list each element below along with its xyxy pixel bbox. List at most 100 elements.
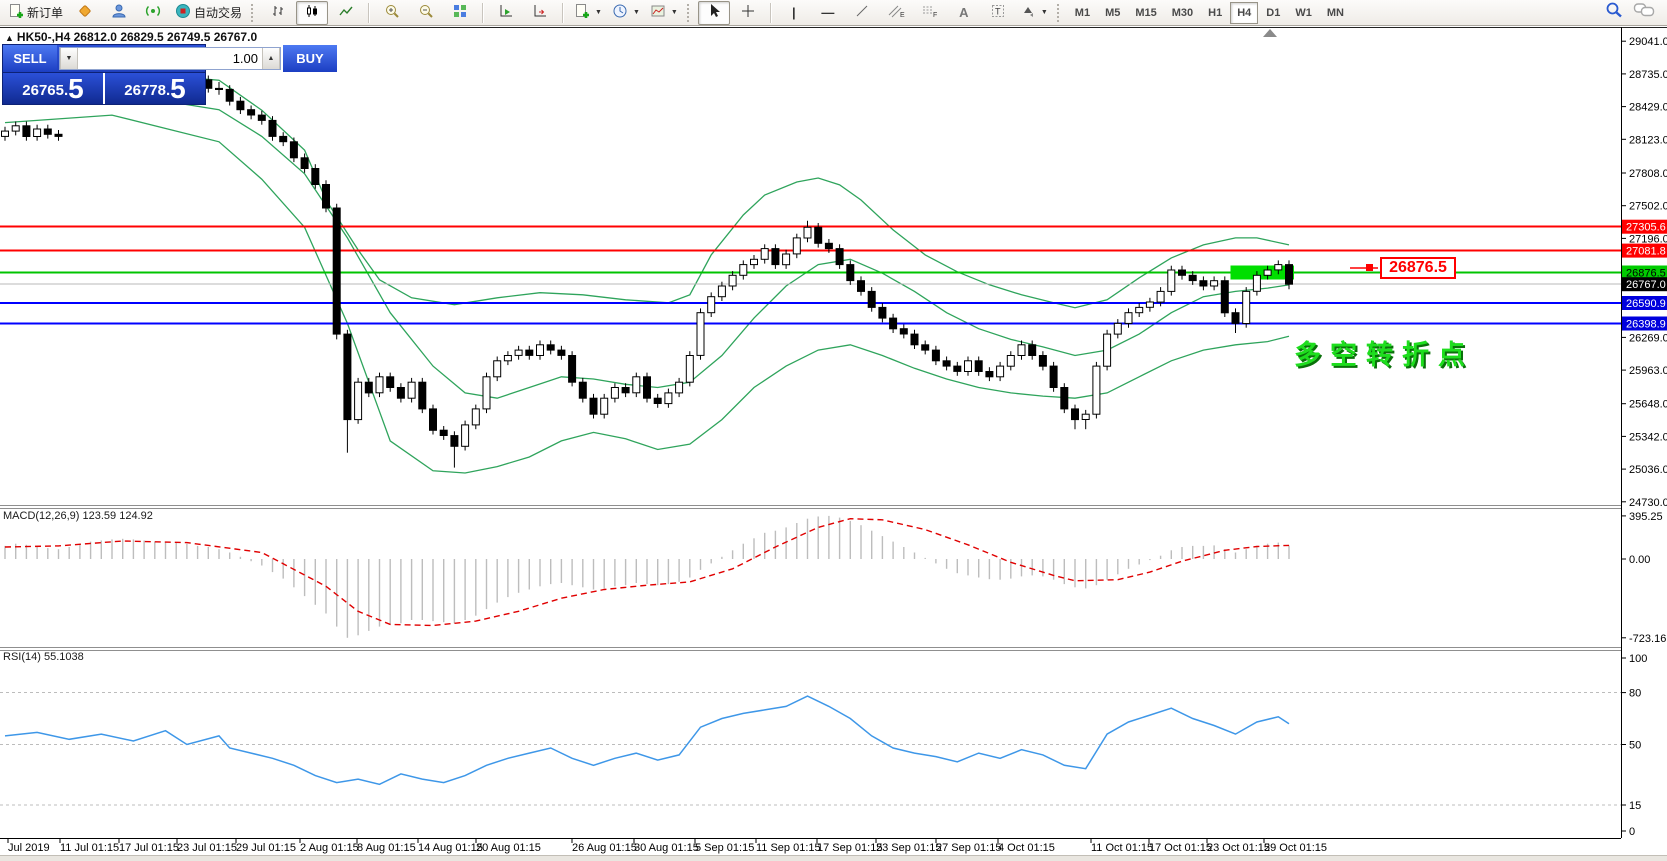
timeframe-mn[interactable]: MN	[1320, 2, 1351, 24]
one-click-trading-panel: SELL ▼ ▲ BUY 26765.5 26778.5	[2, 44, 206, 105]
zoom-out-button[interactable]	[410, 1, 442, 25]
trendline-button[interactable]	[846, 1, 878, 25]
svg-text:27808.0: 27808.0	[1629, 168, 1667, 180]
buy-button[interactable]: BUY	[283, 45, 337, 72]
dropdown-arrow-icon: ▼	[633, 9, 640, 16]
timeframe-h1[interactable]: H1	[1201, 2, 1229, 24]
profile-icon	[111, 3, 127, 22]
sell-price-fraction: 5	[68, 76, 84, 102]
line-chart-icon	[338, 3, 354, 22]
price-annotation-label[interactable]: 26876.5	[1380, 257, 1456, 279]
timeframe-m30[interactable]: M30	[1165, 2, 1200, 24]
chart-area[interactable]: 29041.028735.028429.028123.027808.027502…	[0, 0, 1667, 860]
zoom-in-button[interactable]	[376, 1, 408, 25]
text-label-button[interactable]: T	[982, 1, 1014, 25]
cursor-button[interactable]	[698, 1, 730, 25]
svg-text:50: 50	[1629, 740, 1641, 752]
svg-text:17 Oct 01:15: 17 Oct 01:15	[1149, 842, 1212, 854]
line-chart-button[interactable]	[330, 1, 362, 25]
svg-text:25342.0: 25342.0	[1629, 431, 1667, 443]
volume-spinner: ▼ ▲	[59, 47, 281, 70]
fibonacci-icon: F	[921, 3, 939, 22]
collapse-panel-icon[interactable]: ▲	[5, 33, 14, 43]
sell-price[interactable]: 26765.5	[3, 73, 103, 104]
zoom-in-icon	[384, 3, 400, 22]
timeframe-m1[interactable]: M1	[1068, 2, 1097, 24]
svg-text:26398.9: 26398.9	[1626, 319, 1666, 331]
auto-trading-label: 自动交易	[194, 4, 242, 21]
volume-increase-button[interactable]: ▲	[262, 48, 280, 69]
timeframe-d1[interactable]: D1	[1259, 2, 1287, 24]
svg-text:395.25: 395.25	[1629, 511, 1663, 523]
periods-icon	[612, 3, 628, 22]
svg-text:26 Aug 01:15: 26 Aug 01:15	[572, 842, 637, 854]
tile-windows-icon	[452, 3, 468, 22]
crosshair-button[interactable]	[732, 1, 764, 25]
svg-text:80: 80	[1629, 688, 1641, 700]
text-button[interactable]: A	[948, 1, 980, 25]
svg-text:23 Sep 01:15: 23 Sep 01:15	[876, 842, 941, 854]
templates-button[interactable]: ▼	[646, 1, 682, 25]
auto-scroll-button[interactable]	[490, 1, 522, 25]
bar-chart-button[interactable]	[262, 1, 294, 25]
svg-text:2 Aug 01:15: 2 Aug 01:15	[300, 842, 359, 854]
community-icon	[77, 3, 93, 22]
tile-windows-button[interactable]	[444, 1, 476, 25]
toolbar-grip[interactable]	[687, 4, 693, 22]
svg-text:0.00: 0.00	[1629, 554, 1650, 566]
signal-button[interactable]	[137, 1, 169, 25]
volume-decrease-button[interactable]: ▼	[60, 48, 78, 69]
timeframe-m15[interactable]: M15	[1128, 2, 1163, 24]
indicators-button[interactable]: ▼	[570, 1, 606, 25]
buy-price[interactable]: 26778.5	[105, 73, 205, 104]
turning-point-annotation[interactable]: 多空转折点	[1294, 333, 1474, 372]
indicators-icon	[574, 3, 590, 22]
zoom-out-icon	[418, 3, 434, 22]
profile-button[interactable]	[103, 1, 135, 25]
auto-trading-icon	[175, 3, 191, 22]
candlestick-chart-button[interactable]	[296, 1, 328, 25]
periods-button[interactable]: ▼	[608, 1, 644, 25]
svg-text:28735.0: 28735.0	[1629, 69, 1667, 81]
channel-button[interactable]: E	[880, 1, 912, 25]
chat-icon[interactable]	[1633, 1, 1655, 24]
sell-button[interactable]: SELL	[3, 45, 57, 72]
svg-text:Jul 2019: Jul 2019	[8, 842, 50, 854]
svg-text:5 Sep 01:15: 5 Sep 01:15	[695, 842, 754, 854]
timeframe-w1[interactable]: W1	[1288, 2, 1319, 24]
toolbar-grip[interactable]	[1057, 4, 1063, 22]
chart-title: ▲HK50-,H4 26812.0 26829.5 26749.5 26767.…	[5, 30, 257, 44]
svg-text:11 Jul 01:15: 11 Jul 01:15	[60, 842, 119, 854]
svg-text:29 Oct 01:15: 29 Oct 01:15	[1264, 842, 1327, 854]
rsi-indicator-label: RSI(14) 55.1038	[3, 651, 84, 663]
vertical-line-icon: |	[792, 6, 796, 19]
templates-icon	[650, 3, 666, 22]
fibonacci-button[interactable]: F	[914, 1, 946, 25]
new-order-label: 新订单	[27, 4, 63, 21]
arrows-button[interactable]: ▼	[1016, 1, 1052, 25]
toolbar-grip[interactable]	[251, 4, 257, 22]
svg-text:26269.0: 26269.0	[1629, 332, 1667, 344]
horizontal-line-button[interactable]: —	[812, 1, 844, 25]
svg-text:28123.0: 28123.0	[1629, 134, 1667, 146]
cursor-icon	[706, 3, 722, 22]
search-icon[interactable]	[1605, 1, 1623, 24]
text-icon: A	[959, 6, 968, 19]
svg-text:25036.0: 25036.0	[1629, 464, 1667, 476]
svg-text:27081.8: 27081.8	[1626, 246, 1666, 258]
svg-text:0: 0	[1629, 826, 1635, 838]
svg-text:29 Jul 01:15: 29 Jul 01:15	[236, 842, 296, 854]
new-order-button[interactable]: 新订单	[4, 1, 67, 25]
chart-shift-button[interactable]	[524, 1, 556, 25]
timeframe-h4[interactable]: H4	[1230, 2, 1258, 24]
auto-trading-button[interactable]: 自动交易	[171, 1, 246, 25]
svg-text:20 Aug 01:15: 20 Aug 01:15	[476, 842, 541, 854]
volume-input[interactable]	[78, 48, 262, 69]
vertical-line-button[interactable]: |	[778, 1, 810, 25]
candlestick-icon	[304, 3, 320, 22]
signal-icon	[145, 3, 161, 22]
crosshair-icon	[740, 3, 756, 22]
community-button[interactable]	[69, 1, 101, 25]
svg-text:T: T	[995, 7, 1001, 17]
timeframe-m5[interactable]: M5	[1098, 2, 1127, 24]
